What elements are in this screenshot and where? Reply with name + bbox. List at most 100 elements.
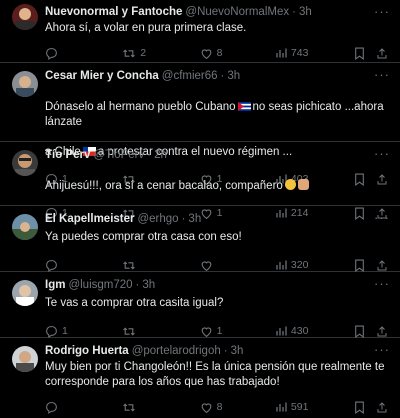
author-handle[interactable]: @NuevoNormalMex <box>185 5 289 20</box>
more-options-icon[interactable]: ··· <box>374 68 390 81</box>
retweet-count: 2 <box>140 47 147 59</box>
tweet-text: Ahijuesú!!!, ora sí a cenar bacalao, com… <box>45 180 283 192</box>
cuba-flag-icon <box>237 102 251 111</box>
author-handle[interactable]: @luisgm720 <box>68 278 132 293</box>
bookmark-button[interactable] <box>354 401 376 414</box>
tweet-text-line: Ahijuesú!!!, ora sí a cenar bacalao, com… <box>45 164 388 194</box>
author-handle[interactable]: @TioPerv <box>93 148 144 163</box>
views-chart-icon <box>276 326 287 336</box>
avatar[interactable] <box>12 280 38 306</box>
timestamp[interactable]: 3h <box>142 278 155 293</box>
reply-icon <box>46 401 57 414</box>
retweet-button[interactable] <box>122 259 199 272</box>
retweet-button[interactable] <box>122 325 199 338</box>
views-count: 743 <box>290 47 309 59</box>
like-button[interactable]: 8 <box>200 401 275 414</box>
author-name[interactable]: Nuevonormal y Fantoche <box>45 5 182 20</box>
timestamp[interactable]: 3h <box>299 5 312 20</box>
more-options-icon[interactable]: ··· <box>374 147 390 160</box>
like-count: 8 <box>216 401 223 413</box>
avatar[interactable] <box>12 150 38 176</box>
views-button[interactable]: 430 <box>275 325 354 337</box>
bookmark-button[interactable] <box>354 259 376 272</box>
retweet-icon <box>123 260 136 270</box>
separator-dot: · <box>220 70 225 82</box>
separator-dot: · <box>181 213 186 225</box>
tweet-text: Ya puedes comprar otra casa con eso! <box>45 231 242 243</box>
avatar[interactable] <box>12 4 38 30</box>
share-icon <box>377 401 387 412</box>
tweet[interactable]: Igm @luisgm720 · 3h ··· Te vas a comprar… <box>0 272 400 338</box>
retweet-button[interactable] <box>122 401 199 414</box>
author-name[interactable]: Tío Perv <box>45 148 90 163</box>
avatar[interactable] <box>12 214 38 240</box>
heart-icon <box>201 326 211 337</box>
separator-dot: · <box>223 345 228 357</box>
avatar[interactable] <box>12 71 38 97</box>
author-handle[interactable]: @portelarodrigoh <box>132 344 221 359</box>
bookmark-button[interactable] <box>354 325 376 338</box>
reply-button[interactable]: 1 <box>45 325 122 338</box>
reply-button[interactable] <box>45 401 122 414</box>
tweet[interactable]: El Kapellmeister @erhgo · 3h ··· Ya pued… <box>0 206 400 272</box>
timestamp[interactable]: 2h <box>154 148 167 163</box>
share-button[interactable] <box>376 47 388 60</box>
retweet-icon <box>123 326 136 336</box>
views-chart-icon <box>276 402 287 412</box>
reply-icon <box>46 47 57 60</box>
bookmark-icon <box>355 47 365 60</box>
timestamp[interactable]: 3h <box>231 344 244 359</box>
retweet-icon <box>123 402 136 412</box>
like-button[interactable]: 1 <box>200 325 275 338</box>
like-count: 1 <box>216 325 223 337</box>
views-count: 430 <box>290 325 309 337</box>
retweet-button[interactable]: 2 <box>122 47 199 60</box>
views-count: 320 <box>290 259 309 271</box>
tweet-text-part: Dónaselo al hermano pueblo Cubano <box>45 101 236 113</box>
share-button[interactable] <box>376 259 388 272</box>
more-options-icon[interactable]: ··· <box>374 5 390 18</box>
avatar[interactable] <box>12 346 38 372</box>
bookmark-icon <box>355 401 365 414</box>
timestamp[interactable]: 3h <box>188 212 201 227</box>
author-name[interactable]: El Kapellmeister <box>45 212 134 227</box>
tweet-actions: 2 8 743 <box>45 42 388 64</box>
tweet[interactable]: Nuevonormal y Fantoche @NuevoNormalMex ·… <box>0 0 400 63</box>
author-name[interactable]: Igm <box>45 278 65 293</box>
author-handle[interactable]: @cfmier66 <box>162 69 218 84</box>
like-button[interactable]: 8 <box>200 47 275 60</box>
like-button[interactable] <box>200 259 275 272</box>
reply-button[interactable] <box>45 259 122 272</box>
views-button[interactable]: 591 <box>275 401 354 413</box>
heart-icon <box>201 402 211 413</box>
timestamp[interactable]: 3h <box>227 69 240 84</box>
reply-button[interactable] <box>45 47 122 60</box>
tweet-text: Te vas a comprar otra casita igual? <box>45 297 224 309</box>
bookmark-icon <box>355 259 365 272</box>
tweet[interactable]: Tío Perv @TioPerv · 2h ··· Ahijuesú!!!, … <box>0 142 400 220</box>
share-button[interactable] <box>376 401 388 414</box>
bookmark-icon <box>355 325 365 338</box>
bookmark-button[interactable] <box>354 47 376 60</box>
author-name[interactable]: Cesar Mier y Concha <box>45 69 159 84</box>
more-options-icon[interactable]: ··· <box>374 277 390 290</box>
share-icon <box>377 259 387 270</box>
tweet-text: Ahora sí, a volar en pura primera clase. <box>45 22 247 34</box>
separator-dot: · <box>292 6 296 18</box>
tweet-text: Muy bien por ti Changoleón!! Es la única… <box>45 361 385 388</box>
more-options-icon[interactable]: ··· <box>374 211 390 224</box>
views-button[interactable]: 743 <box>275 47 354 59</box>
author-name[interactable]: Rodrigo Huerta <box>45 344 129 359</box>
author-handle[interactable]: @erhgo <box>137 212 178 227</box>
laughing-emoji-icon <box>284 179 296 190</box>
views-count: 591 <box>290 401 309 413</box>
separator-dot: · <box>147 149 152 161</box>
tweet[interactable]: Cesar Mier y Concha @cfmier66 · 3h ··· D… <box>0 63 400 186</box>
tweet[interactable]: Rodrigo Huerta @portelarodrigoh · 3h ···… <box>0 338 400 414</box>
share-icon <box>377 47 387 58</box>
more-options-icon[interactable]: ··· <box>374 343 390 356</box>
views-button[interactable]: 320 <box>275 259 354 271</box>
views-chart-icon <box>276 260 287 270</box>
share-button[interactable] <box>376 325 388 338</box>
separator-dot: · <box>135 279 140 291</box>
